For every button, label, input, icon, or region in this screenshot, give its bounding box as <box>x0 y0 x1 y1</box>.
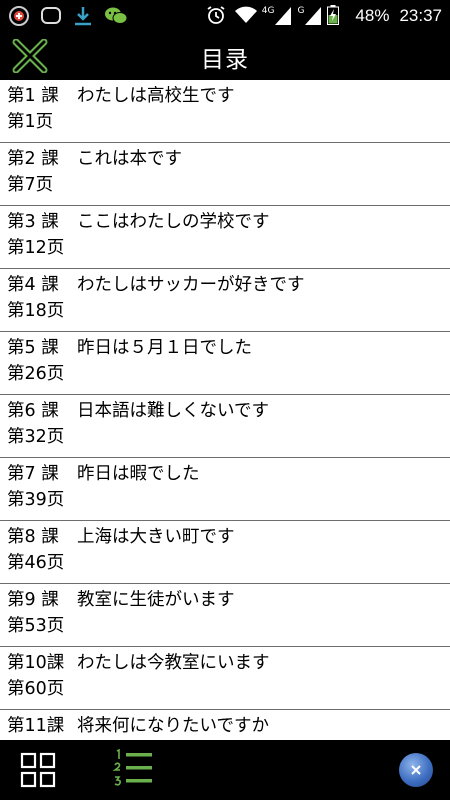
lesson-row[interactable]: 第3 課ここはわたしの学校です 第12页 <box>0 206 450 269</box>
lesson-number: 第4 課 <box>7 275 59 295</box>
lesson-title: 上海は大きい町です <box>77 527 235 547</box>
lesson-row[interactable]: 第9 課教室に生徒がいます 第53页 <box>0 584 450 647</box>
wifi-icon <box>234 5 257 27</box>
lesson-row[interactable]: 第4 課わたしはサッカーが好きです 第18页 <box>0 269 450 332</box>
lesson-title: わたしはサッカーが好きです <box>77 275 305 295</box>
floating-assistant-icon <box>411 765 421 775</box>
lesson-number: 第7 課 <box>7 464 59 484</box>
lesson-heading: 第7 課昨日は暇でした <box>7 461 450 487</box>
lesson-title: ここはわたしの学校です <box>77 212 270 232</box>
lesson-row[interactable]: 第1 課わたしは高校生です第1页 <box>0 80 450 143</box>
lesson-title: わたしは高校生です <box>77 86 235 106</box>
lesson-heading: 第4 課わたしはサッカーが好きです <box>7 272 450 298</box>
grid-view-icon <box>20 752 56 788</box>
lesson-heading: 第10課 わたしは今教室にいます <box>7 650 450 676</box>
lesson-number: 第8 課 <box>7 527 59 547</box>
lesson-title: 昨日は暇でした <box>77 464 200 484</box>
lesson-row[interactable]: 第6 課日本語は難しくないです 第32页 <box>0 395 450 458</box>
lesson-title: わたしは今教室にいます <box>77 653 270 673</box>
lesson-page: 第18页 <box>7 301 65 321</box>
lesson-page: 第7页 <box>7 175 54 195</box>
lesson-number: 第2 課 <box>7 149 59 169</box>
vpn-add-icon <box>8 5 30 27</box>
lesson-heading: 第8 課上海は大きい町です <box>7 524 450 550</box>
list-view-button[interactable] <box>112 748 154 792</box>
page-title: 目录 <box>201 47 249 73</box>
clock-time: 23:37 <box>399 6 442 25</box>
lesson-page: 第1页 <box>7 112 54 132</box>
floating-assistant-button[interactable] <box>399 753 433 787</box>
lesson-title: 将来何になりたいですか <box>77 716 269 736</box>
wechat-icon <box>104 5 128 27</box>
lesson-page: 第32页 <box>7 427 65 447</box>
lesson-heading: 第3 課ここはわたしの学校です <box>7 209 450 235</box>
lesson-title: 昨日は５月１日でした <box>77 338 252 358</box>
lesson-page: 第39页 <box>7 490 65 510</box>
lesson-list: 第1 課わたしは高校生です第1页第2 課これは本です第7页第3 課ここはわたしの… <box>0 80 450 740</box>
bottom-bar <box>0 740 450 800</box>
lesson-number: 第3 課 <box>7 212 59 232</box>
numbered-list-icon <box>112 748 152 786</box>
download-icon <box>72 5 94 27</box>
lesson-row[interactable]: 第5 課昨日は５月１日でした 第26页 <box>0 332 450 395</box>
lesson-heading: 第11課 将来何になりたいですか <box>7 713 450 739</box>
lesson-number: 第9 課 <box>7 590 59 610</box>
lesson-title: 教室に生徒がいます <box>77 590 235 610</box>
lesson-row[interactable]: 第2 課これは本です第7页 <box>0 143 450 206</box>
lesson-number: 第5 課 <box>7 338 59 358</box>
lesson-title: 日本語は難しくないです <box>77 401 269 421</box>
lesson-heading: 第2 課これは本です <box>7 146 450 172</box>
battery-charging-icon <box>327 5 349 27</box>
lesson-page: 第26页 <box>7 364 65 384</box>
signal-4g-icon: 4G <box>262 7 292 25</box>
lesson-row[interactable]: 第8 課上海は大きい町です 第46页 <box>0 521 450 584</box>
lesson-page: 第12页 <box>7 238 65 258</box>
lesson-heading: 第1 課わたしは高校生です <box>7 83 450 109</box>
lesson-number: 第1 課 <box>7 86 59 106</box>
lesson-title: これは本です <box>77 149 182 169</box>
grid-view-button[interactable] <box>20 752 56 788</box>
lesson-page: 第60页 <box>7 679 65 699</box>
status-bar: 4G G 48% 23:37 <box>0 0 450 32</box>
battery-percentage: 48% <box>355 6 390 25</box>
lesson-page: 第53页 <box>7 616 65 636</box>
lesson-number: 第10課 <box>7 653 65 673</box>
title-bar: 目录 <box>0 32 450 80</box>
lesson-heading: 第5 課昨日は５月１日でした <box>7 335 450 361</box>
lesson-row[interactable]: 第7 課昨日は暇でした 第39页 <box>0 458 450 521</box>
signal-g-icon: G <box>297 7 322 25</box>
lesson-number: 第11課 <box>7 716 65 736</box>
lesson-page: 第46页 <box>7 553 65 573</box>
lesson-row[interactable]: 第11課 将来何になりたいですか <box>0 710 450 740</box>
lesson-heading: 第6 課日本語は難しくないです <box>7 398 450 424</box>
message-bubble-icon <box>40 5 62 27</box>
lesson-heading: 第9 課教室に生徒がいます <box>7 587 450 613</box>
alarm-icon <box>206 5 228 27</box>
lesson-number: 第6 課 <box>7 401 59 421</box>
lesson-row[interactable]: 第10課 わたしは今教室にいます 第60页 <box>0 647 450 710</box>
